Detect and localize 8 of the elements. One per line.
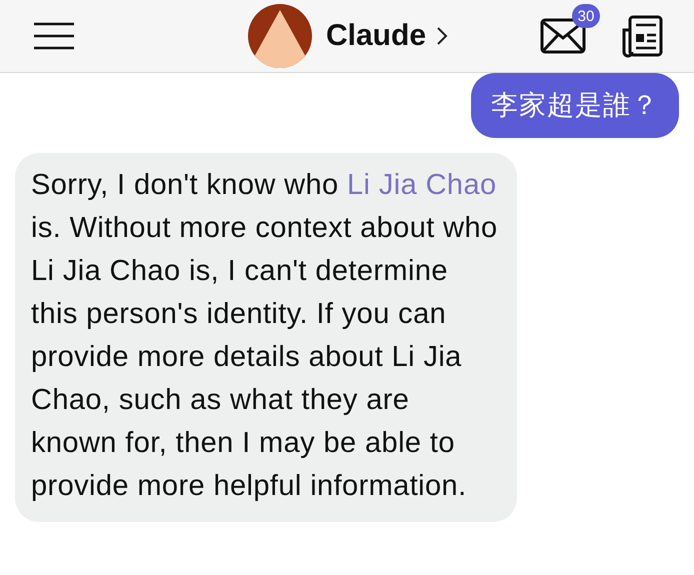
assistant-message: Sorry, I don't know who Li Jia Chao is. Without more context about who Li Jia Chao is, I can't determine this person's identity. If you can provide more details about Li Jia Chao, such as what they are known for, then I may be able to provide more helpful information. <box>15 153 517 522</box>
news-icon[interactable] <box>620 14 664 58</box>
chat-title[interactable]: Claude <box>326 19 426 53</box>
name-link[interactable]: Li Jia Chao <box>347 169 497 201</box>
user-message: 李家超是誰？ <box>471 73 679 138</box>
chevron-icon[interactable] <box>436 26 448 46</box>
menu-icon[interactable] <box>32 21 76 51</box>
unread-badge: 30 <box>572 4 600 28</box>
